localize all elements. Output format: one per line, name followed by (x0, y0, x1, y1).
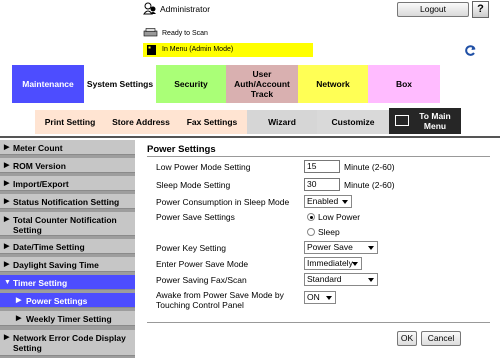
power-saving-fax-scan-label: Power Saving Fax/Scan (156, 275, 247, 285)
triangle-right-icon: ▶ (4, 144, 10, 151)
chevron-down-icon (368, 278, 374, 282)
help-button[interactable]: ? (472, 1, 489, 18)
tab-maintenance[interactable]: Maintenance (12, 65, 84, 103)
power-key-select[interactable]: Power Save (304, 241, 378, 254)
enter-power-save-label: Enter Power Save Mode (156, 259, 249, 269)
sleep-mode-unit: Minute (2-60) (344, 180, 395, 190)
chevron-down-icon (342, 200, 348, 204)
sidebar-item-timer-setting[interactable]: ▼ Timer Setting (0, 275, 135, 290)
to-main-menu-button[interactable]: To Main Menu (389, 108, 461, 134)
triangle-right-icon: ▶ (4, 334, 10, 341)
chevron-down-icon (326, 296, 332, 300)
tab-box[interactable]: Box (368, 65, 440, 103)
sleep-mode-label: Sleep Mode Setting (156, 180, 231, 190)
sidebar-item-weekly-timer[interactable]: ▶ Weekly Timer Setting (0, 311, 135, 326)
consumption-label: Power Consumption in Sleep Mode (156, 197, 290, 207)
admin-user-icon (143, 2, 157, 15)
power-saving-fax-scan-select[interactable]: Standard (304, 273, 378, 286)
power-save-settings-label: Power Save Settings (156, 212, 235, 222)
triangle-down-icon: ▼ (4, 279, 11, 286)
triangle-right-icon: ▶ (4, 198, 10, 205)
awake-touch-select[interactable]: ON (304, 291, 336, 304)
divider (0, 136, 500, 138)
triangle-right-icon: ▶ (16, 315, 22, 322)
divider (147, 322, 490, 323)
book-icon (146, 44, 158, 56)
tab-network[interactable]: Network (298, 65, 368, 103)
low-power-unit: Minute (2-60) (344, 162, 395, 172)
menu-status-bar: In Menu (Admin Mode) (143, 43, 313, 57)
refresh-icon[interactable] (464, 44, 477, 57)
cancel-button[interactable]: Cancel (421, 331, 461, 346)
sidebar-item-status-notification[interactable]: ▶ Status Notification Setting (0, 194, 135, 209)
triangle-right-icon: ▶ (4, 162, 10, 169)
triangle-right-icon: ▶ (4, 180, 10, 187)
tab-customize[interactable]: Customize (317, 110, 389, 134)
sidebar-item-import-export[interactable]: ▶ Import/Export (0, 176, 135, 191)
tab-system-settings[interactable]: System Settings (84, 65, 156, 103)
low-power-label: Low Power Mode Setting (156, 162, 251, 172)
device-status: Ready to Scan (162, 30, 208, 37)
tab-print-setting[interactable]: Print Setting (35, 110, 105, 134)
radio-low-power[interactable] (307, 213, 315, 221)
divider (147, 156, 490, 157)
main-menu-icon (395, 115, 409, 126)
enter-power-save-select[interactable]: Immediately (304, 257, 362, 270)
sidebar-item-network-error-code[interactable]: ▶ Network Error Code Display Setting (0, 330, 135, 356)
sidebar-item-date-time[interactable]: ▶ Date/Time Setting (0, 239, 135, 254)
tab-user-auth-account-track[interactable]: User Auth/Account Track (226, 65, 298, 103)
chevron-down-icon (352, 262, 358, 266)
page-title: Power Settings (147, 144, 216, 155)
sidebar-item-meter-count[interactable]: ▶ Meter Count (0, 140, 135, 155)
sidebar-item-total-counter-notification[interactable]: ▶ Total Counter Notification Setting (0, 212, 135, 236)
tab-wizard[interactable]: Wizard (247, 110, 317, 134)
tab-security[interactable]: Security (156, 65, 226, 103)
sleep-mode-input[interactable]: 30 (304, 178, 340, 191)
menu-status-text: In Menu (Admin Mode) (162, 46, 234, 53)
to-main-menu-label: To Main Menu (419, 111, 451, 131)
power-key-label: Power Key Setting (156, 243, 226, 253)
sidebar-item-rom-version[interactable]: ▶ ROM Version (0, 158, 135, 173)
sidebar-item-daylight-saving[interactable]: ▶ Daylight Saving Time (0, 257, 135, 272)
triangle-right-icon: ▶ (16, 297, 22, 304)
radio-sleep-label: Sleep (318, 227, 340, 237)
consumption-select[interactable]: Enabled (304, 195, 352, 208)
tab-store-address[interactable]: Store Address (105, 110, 177, 134)
awake-touch-label: Awake from Power Save Mode by Touching C… (156, 290, 284, 310)
radio-low-power-label: Low Power (318, 212, 361, 222)
low-power-input[interactable]: 15 (304, 160, 340, 173)
triangle-right-icon: ▶ (4, 243, 10, 250)
sidebar-item-power-settings[interactable]: ▶ Power Settings (0, 293, 135, 308)
radio-sleep[interactable] (307, 228, 315, 236)
logout-button[interactable]: Logout (397, 2, 469, 17)
triangle-right-icon: ▶ (4, 216, 10, 223)
chevron-down-icon (368, 246, 374, 250)
printer-icon (143, 28, 158, 37)
triangle-right-icon: ▶ (4, 261, 10, 268)
user-label: Administrator (160, 4, 211, 14)
tab-fax-settings[interactable]: Fax Settings (177, 110, 247, 134)
ok-button[interactable]: OK (397, 331, 417, 346)
